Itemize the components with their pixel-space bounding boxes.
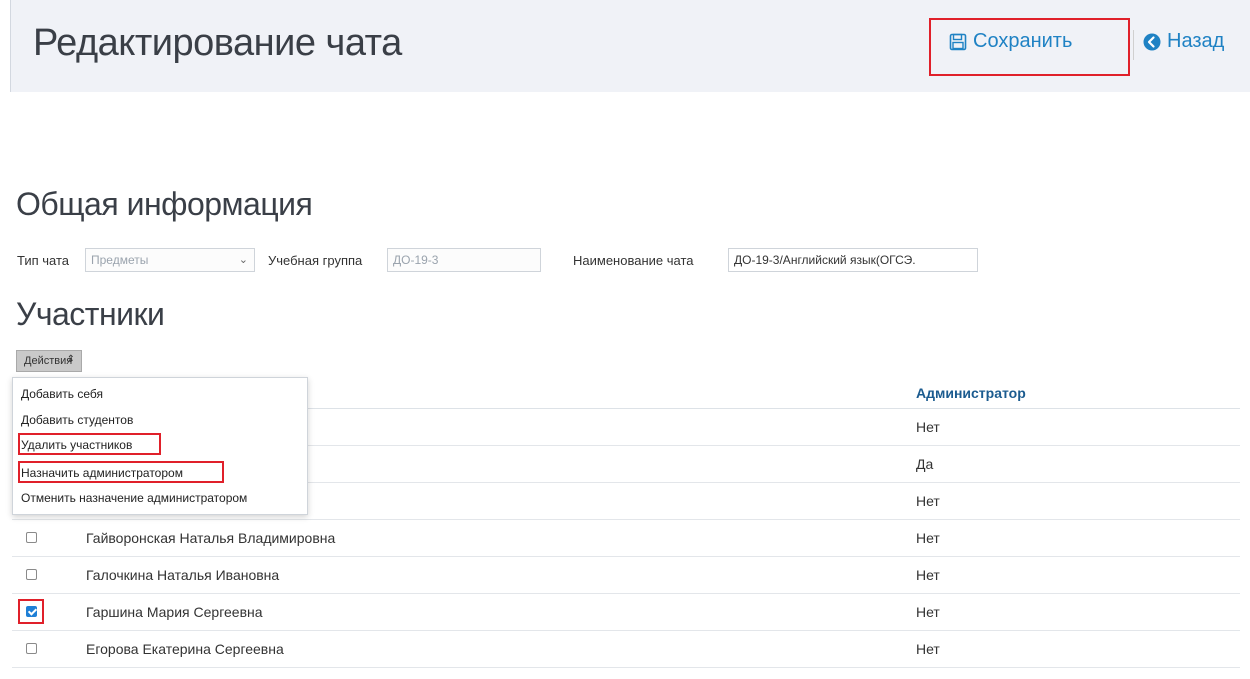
group-label: Учебная группа	[268, 253, 363, 268]
admin-column-header: Администратор	[916, 385, 1026, 401]
actions-dropdown-button[interactable]: Действия ⇕	[16, 350, 82, 372]
page-title: Редактирование чата	[33, 22, 402, 64]
menu-item-assign-admin[interactable]: Назначить администратором	[21, 466, 183, 480]
page-header: Редактирование чата Сохранить Назад	[10, 0, 1250, 92]
sort-caret-icon: ⇕	[66, 354, 75, 365]
admin-status: Нет	[916, 567, 940, 583]
group-value: ДО-19-3	[393, 253, 439, 267]
admin-status: Нет	[916, 530, 940, 546]
menu-item-revoke-admin[interactable]: Отменить назначение администратором	[21, 491, 247, 505]
chat-name-value: ДО-19-3/Английский язык(ОГСЭ.	[734, 253, 916, 267]
menu-item-remove-members[interactable]: Удалить участников	[21, 438, 132, 452]
back-button-label: Назад	[1167, 30, 1225, 52]
save-button-label: Сохранить	[973, 30, 1073, 52]
member-name: Гаршина Мария Сергеевна	[86, 604, 263, 620]
admin-status: Нет	[916, 641, 940, 657]
table-row: Галочкина Наталья Ивановна Нет	[12, 557, 1240, 594]
chat-type-label: Тип чата	[17, 253, 70, 268]
menu-item-add-self[interactable]: Добавить себя	[21, 387, 103, 401]
table-row: Егорова Екатерина Сергеевна Нет	[12, 631, 1240, 668]
member-name: Егорова Екатерина Сергеевна	[86, 641, 284, 657]
admin-status: Нет	[916, 419, 940, 435]
member-name: Гайворонская Наталья Владимировна	[86, 530, 336, 546]
admin-status: Да	[916, 456, 934, 472]
chat-name-field[interactable]: ДО-19-3/Английский язык(ОГСЭ.	[728, 248, 978, 272]
member-name: Галочкина Наталья Ивановна	[86, 567, 280, 583]
chat-type-select[interactable]: Предметы ⌄	[85, 248, 255, 272]
section-title-members: Участники	[16, 296, 165, 332]
arrow-left-circle-icon	[1143, 33, 1161, 51]
menu-item-add-students[interactable]: Добавить студентов	[21, 413, 133, 427]
admin-status: Нет	[916, 493, 940, 509]
row-checkbox-checked[interactable]	[26, 606, 37, 617]
chat-type-value: Предметы	[91, 253, 149, 267]
actions-button-label: Действия	[24, 355, 73, 367]
save-button[interactable]: Сохранить	[949, 30, 1072, 53]
section-title-general: Общая информация	[16, 186, 313, 222]
actions-menu: Добавить себя Добавить студентов Удалить…	[12, 377, 308, 515]
row-checkbox[interactable]	[26, 643, 37, 654]
table-row: Гаршина Мария Сергеевна Нет	[12, 594, 1240, 631]
row-checkbox[interactable]	[26, 532, 37, 543]
floppy-disk-icon	[949, 33, 967, 51]
group-field[interactable]: ДО-19-3	[387, 248, 541, 272]
page: Редактирование чата Сохранить Назад Обща…	[0, 0, 1250, 679]
header-divider	[1133, 30, 1134, 60]
table-row: Гайворонская Наталья Владимировна Нет	[12, 520, 1240, 557]
admin-status: Нет	[916, 604, 940, 620]
row-checkbox[interactable]	[26, 569, 37, 580]
chevron-down-icon: ⌄	[238, 254, 248, 266]
back-button[interactable]: Назад	[1143, 30, 1224, 53]
chat-name-label: Наименование чата	[573, 253, 694, 268]
